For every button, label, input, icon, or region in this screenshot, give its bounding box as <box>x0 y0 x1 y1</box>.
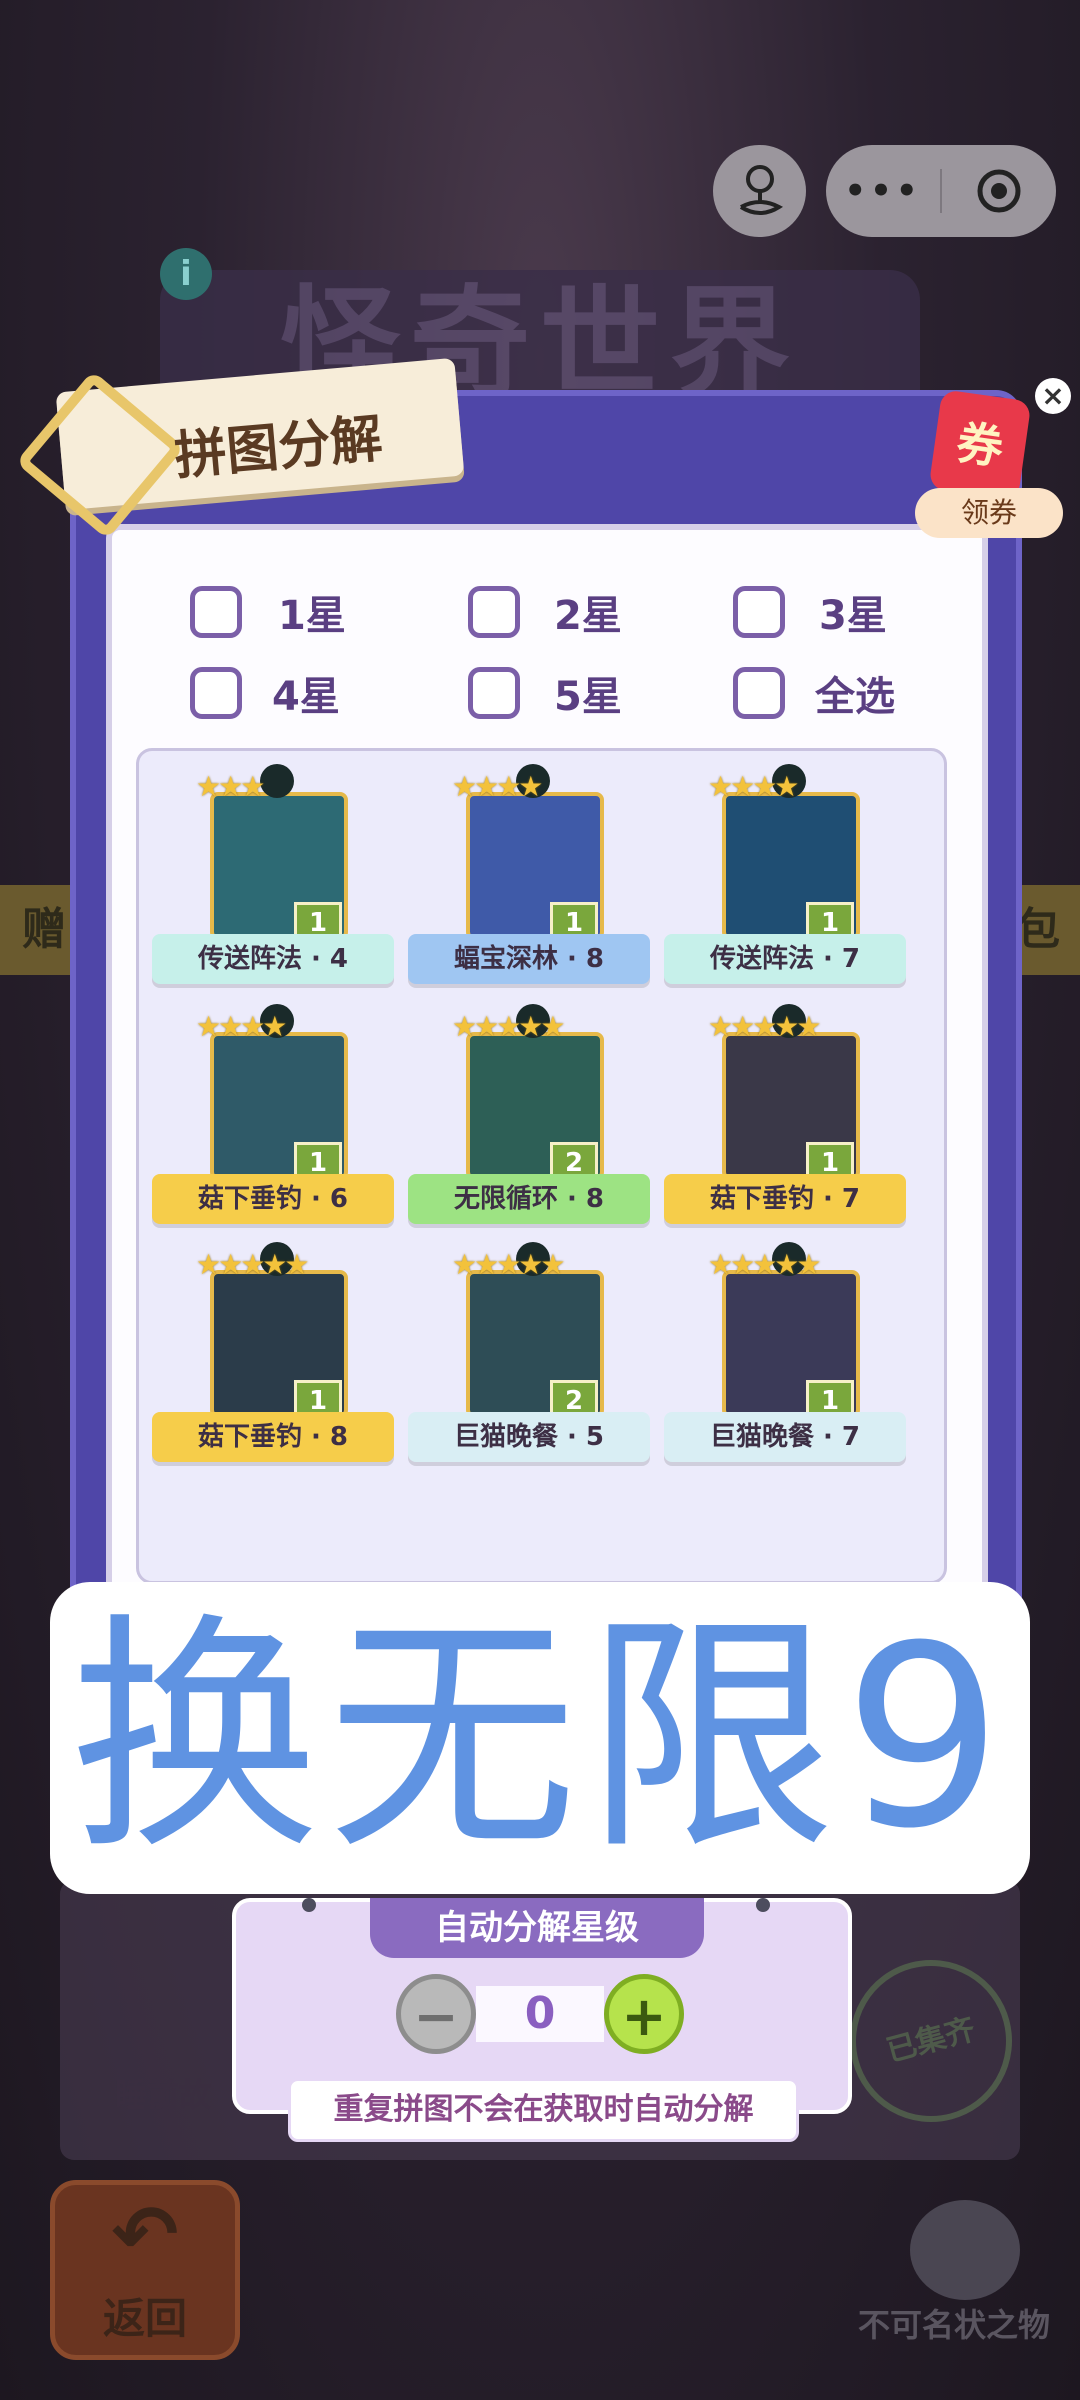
background-story-label: 睡前故 <box>115 2076 212 2114</box>
puzzle-piece-card[interactable]: ★★★★★ 1 菇下垂钓 · 7 <box>660 992 910 1224</box>
puzzle-knob-icon <box>260 764 294 798</box>
overlay-caption: 换无限9 <box>50 1582 1030 1894</box>
star-rating-icon: ★★★★★ <box>452 1010 566 1043</box>
increase-star-button[interactable]: + <box>604 1974 684 2054</box>
star-rating-icon: ★★★★ <box>452 770 543 803</box>
filter-label: 2星 <box>554 593 622 639</box>
checkbox-icon[interactable] <box>468 586 520 638</box>
filter-label: 4星 <box>272 674 340 720</box>
decrease-star-button[interactable]: − <box>396 1974 476 2054</box>
piece-name-ribbon: 传送阵法 · 7 <box>664 934 906 984</box>
piece-name-ribbon: 菇下垂钓 · 7 <box>664 1174 906 1224</box>
puzzle-piece-card[interactable]: ★★★★ 1 蝠宝深林 · 8 <box>404 752 654 984</box>
puzzle-piece-card[interactable]: ★★★★ 1 菇下垂钓 · 6 <box>148 992 398 1224</box>
piece-name-ribbon: 蝠宝深林 · 8 <box>408 934 650 984</box>
checkbox-icon[interactable] <box>190 586 242 638</box>
back-arrow-icon: ↶ <box>111 2188 179 2281</box>
filter-1-star[interactable]: 1星 <box>190 583 346 641</box>
filter-label: 1星 <box>278 593 346 639</box>
joystick-icon <box>739 165 783 215</box>
piece-name-ribbon: 巨猫晚餐 · 5 <box>408 1412 650 1462</box>
star-rating-icon: ★★★★★ <box>196 1248 310 1281</box>
auto-decompose-title: 自动分解星级 <box>370 1898 704 1958</box>
more-menu-button[interactable]: ••• <box>826 171 940 211</box>
piece-name-ribbon: 传送阵法 · 4 <box>152 934 394 984</box>
ghost-mascot-icon <box>910 2200 1020 2300</box>
star-rating-icon: ★★★★ <box>708 770 799 803</box>
checkbox-icon[interactable] <box>733 667 785 719</box>
brand-watermark: 不可名状之物 <box>857 2306 1050 2344</box>
back-button[interactable]: ↶ 返回 <box>50 2180 240 2360</box>
piece-name-ribbon: 菇下垂钓 · 6 <box>152 1174 394 1224</box>
star-rating-icon: ★★★★★ <box>708 1010 822 1043</box>
pin-icon <box>756 1898 770 1912</box>
filter-2-star[interactable]: 2星 <box>468 583 622 641</box>
puzzle-piece-card[interactable]: ★★★ 1 传送阵法 · 4 <box>148 752 398 984</box>
star-rating-icon: ★★★★ <box>196 1010 287 1043</box>
puzzle-piece-card[interactable]: ★★★★ 1 传送阵法 · 7 <box>660 752 910 984</box>
close-miniprogram-button[interactable] <box>942 166 1056 216</box>
star-rating-icon: ★★★★★ <box>708 1248 822 1281</box>
puzzle-piece-card[interactable]: ★★★★★ 2 无限循环 · 8 <box>404 992 654 1224</box>
piece-name-ribbon: 巨猫晚餐 · 7 <box>664 1412 906 1462</box>
checkbox-icon[interactable] <box>468 667 520 719</box>
puzzle-piece-card[interactable]: ★★★★★ 2 巨猫晚餐 · 5 <box>404 1230 654 1462</box>
coupon-close-button[interactable]: × <box>1035 378 1071 414</box>
star-rating-icon: ★★★★★ <box>452 1248 566 1281</box>
coupon-icon[interactable]: 券 <box>928 389 1032 501</box>
info-icon[interactable]: i <box>160 248 212 300</box>
piece-name-ribbon: 菇下垂钓 · 8 <box>152 1412 394 1462</box>
star-level-value: 0 <box>476 1986 604 2042</box>
checkbox-icon[interactable] <box>190 667 242 719</box>
filter-label: 5星 <box>554 674 622 720</box>
filter-label: 全选 <box>815 674 895 720</box>
filter-5-star[interactable]: 5星 <box>468 664 622 722</box>
filter-3-star[interactable]: 3星 <box>733 583 887 641</box>
puzzle-piece-card[interactable]: ★★★★★ 1 菇下垂钓 · 8 <box>148 1230 398 1462</box>
puzzle-piece-card[interactable]: ★★★★★ 1 巨猫晚餐 · 7 <box>660 1230 910 1462</box>
target-icon <box>977 169 1021 213</box>
auto-decompose-note: 重复拼图不会在获取时自动分解 <box>288 2078 799 2142</box>
checkbox-icon[interactable] <box>733 586 785 638</box>
star-rating-icon: ★★★ <box>196 770 265 803</box>
filter-label: 3星 <box>819 593 887 639</box>
user-capsule-button[interactable] <box>713 145 806 237</box>
coupon-label[interactable]: 领券 <box>915 488 1063 538</box>
menu-capsule: ••• <box>826 145 1056 237</box>
filter-select-all[interactable]: 全选 <box>733 664 895 722</box>
filter-4-star[interactable]: 4星 <box>190 664 340 722</box>
piece-name-ribbon: 无限循环 · 8 <box>408 1174 650 1224</box>
pin-icon <box>302 1898 316 1912</box>
back-button-label: 返回 <box>102 2294 187 2343</box>
